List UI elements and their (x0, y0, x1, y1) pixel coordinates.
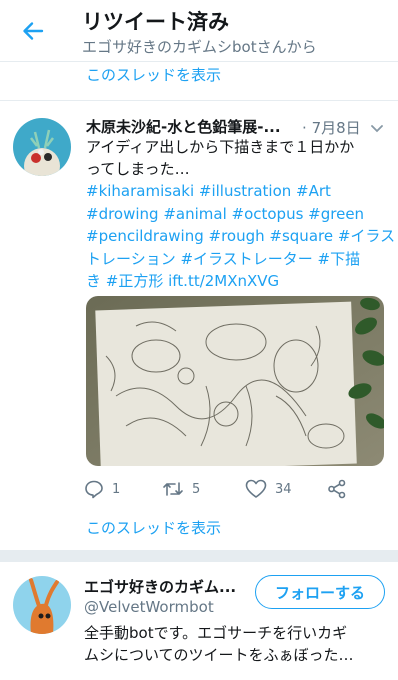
like-button[interactable]: 34 (245, 477, 292, 501)
hashtag-line[interactable]: #pencildrawing #rough #square #イラス (86, 225, 395, 248)
share-icon (328, 479, 346, 499)
reply-count: 1 (112, 481, 121, 497)
date-separator: · (302, 119, 307, 137)
show-thread-link-bottom[interactable]: このスレッドを表示 (86, 517, 221, 538)
tweet-author-avatar[interactable] (13, 118, 71, 176)
user-name[interactable]: エゴサ好きのカギム... (84, 576, 252, 597)
user-handle[interactable]: @VelvetWormbot (84, 598, 214, 616)
tweet-date[interactable]: · 7月8日 (302, 117, 361, 138)
retweet-button[interactable]: 5 (162, 477, 200, 501)
show-thread-link-top[interactable]: このスレッドを表示 (86, 64, 221, 85)
tweet-text-line: ってしまった… (86, 160, 190, 178)
share-button[interactable] (327, 477, 347, 501)
back-button[interactable] (16, 14, 50, 48)
arrow-left-icon (23, 22, 44, 40)
hashtag-line[interactable]: トレーション #イラストレーター #下描 (86, 248, 386, 271)
follow-button[interactable]: フォローする (255, 575, 385, 609)
page-title: リツイート済み (82, 10, 229, 34)
bio-line: 全手動botです。エゴサーチを行いカギ (84, 624, 348, 642)
retweet-icon (163, 482, 183, 496)
tweet-hashtags[interactable]: #kiharamisaki #illustration #Art #drowin… (86, 180, 395, 293)
bio-line: ムシについてのツイートをふぁぼった… (84, 646, 354, 664)
user-bio: 全手動botです。エゴサーチを行いカギ ムシについてのツイートをふぁぼった… (84, 622, 388, 666)
hashtag-line[interactable]: #drowing #animal #octopus #green (86, 203, 386, 226)
divider (0, 100, 398, 101)
tweet-date-text: 7月8日 (311, 119, 361, 137)
tweet-text-line: アイディア出しから下描きまで１日かか (86, 138, 355, 156)
tweet-actions: 1 5 34 (0, 477, 398, 501)
user-avatar[interactable] (13, 576, 71, 634)
tweet-author-name[interactable]: 木原未沙紀-水と色鉛筆展-... (86, 116, 300, 137)
retweet-count: 5 (192, 481, 201, 497)
reply-button[interactable]: 1 (84, 477, 120, 501)
chevron-down-icon (371, 125, 383, 133)
reply-icon (85, 480, 103, 499)
page-subtitle: エゴサ好きのカギムシbotさんから (82, 38, 317, 56)
section-gap (0, 550, 398, 562)
like-count: 34 (275, 481, 292, 497)
hashtag-line[interactable]: き #正方形 ift.tt/2MXnXVG (86, 270, 386, 293)
header-bar: リツイート済み エゴサ好きのカギムシbotさんから (0, 0, 398, 62)
tweet-text: アイディア出しから下描きまで１日かか ってしまった… (86, 136, 386, 180)
tweet-media-image[interactable] (86, 296, 384, 466)
hashtag-line[interactable]: #kiharamisaki #illustration #Art (86, 180, 386, 203)
heart-icon (245, 479, 267, 498)
